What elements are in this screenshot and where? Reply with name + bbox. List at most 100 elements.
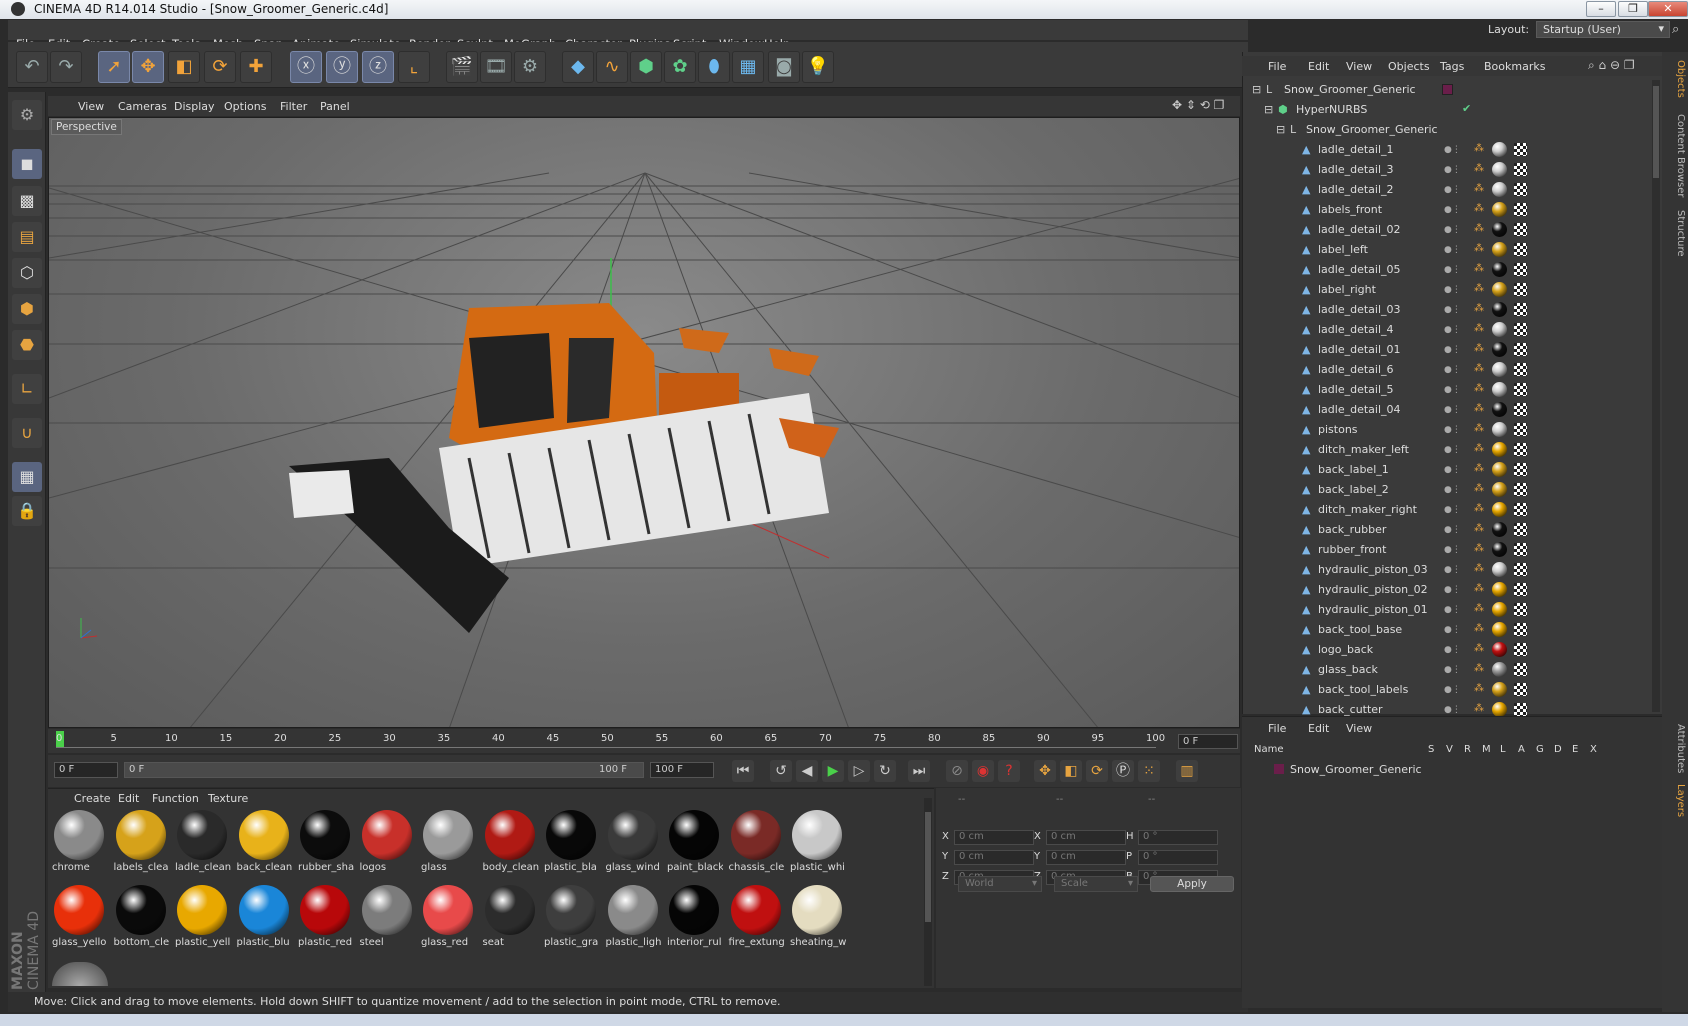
timeline-button[interactable]: ▥ bbox=[1176, 760, 1198, 782]
undo-button[interactable]: ↶ bbox=[16, 51, 48, 83]
visibility-toggle[interactable]: ●⋮ bbox=[1444, 165, 1461, 175]
layout-select[interactable]: Startup (User) ▾ bbox=[1536, 21, 1670, 38]
coord-field-y[interactable]: 0 cm bbox=[1046, 850, 1126, 865]
close-button[interactable]: ✕ bbox=[1648, 1, 1688, 17]
object-menu-file[interactable]: File bbox=[1268, 60, 1286, 73]
object-manager-nav-icons[interactable]: ⌕ ⌂ ⊖ ❐ bbox=[1588, 58, 1635, 73]
uvw-tag-icon[interactable] bbox=[1514, 603, 1527, 616]
phong-tag-icon[interactable]: ⁂ bbox=[1474, 463, 1484, 474]
material-tag-icon[interactable] bbox=[1492, 622, 1507, 637]
material-swatch[interactable]: rubber_sha bbox=[296, 806, 354, 878]
phong-tag-icon[interactable]: ⁂ bbox=[1474, 263, 1484, 274]
uvw-tag-icon[interactable] bbox=[1514, 303, 1527, 316]
render-view-button[interactable]: 🎬 bbox=[446, 51, 478, 83]
end-frame-field[interactable]: 100 F bbox=[650, 762, 714, 778]
material-swatch[interactable]: plastic_bla bbox=[542, 806, 600, 878]
layer-column-d[interactable]: D bbox=[1554, 744, 1562, 755]
layer-column-m[interactable]: M bbox=[1482, 744, 1491, 755]
viewport[interactable]: Perspective bbox=[48, 117, 1240, 728]
rotate-tool[interactable]: ⟳ bbox=[204, 51, 236, 83]
uvw-tag-icon[interactable] bbox=[1514, 283, 1527, 296]
material-tag-icon[interactable] bbox=[1492, 662, 1507, 677]
material-tag-icon[interactable] bbox=[1492, 342, 1507, 357]
minimize-button[interactable]: – bbox=[1586, 1, 1616, 17]
move-tool[interactable]: ✥ bbox=[132, 51, 164, 83]
visibility-toggle[interactable]: ●⋮ bbox=[1444, 525, 1461, 535]
floor-button[interactable]: ▦ bbox=[732, 51, 764, 83]
layer-row[interactable]: Snow_Groomer_Generic bbox=[1250, 760, 1655, 780]
object-row[interactable]: ▲ ladle_detail_01 ●⋮ ⁂ bbox=[1248, 340, 1653, 360]
object-row[interactable]: ▲ back_tool_base ●⋮ ⁂ bbox=[1248, 620, 1653, 640]
object-menu-objects[interactable]: Objects bbox=[1388, 60, 1430, 73]
workplane-button[interactable]: ▤ bbox=[12, 222, 42, 252]
material-tag-icon[interactable] bbox=[1492, 402, 1507, 417]
phong-tag-icon[interactable]: ⁂ bbox=[1474, 523, 1484, 534]
layer-column-x[interactable]: X bbox=[1590, 744, 1597, 755]
visibility-toggle[interactable]: ●⋮ bbox=[1444, 265, 1461, 275]
uvw-tag-icon[interactable] bbox=[1514, 563, 1527, 576]
material-tag-icon[interactable] bbox=[1492, 382, 1507, 397]
object-menu-bookmarks[interactable]: Bookmarks bbox=[1484, 60, 1545, 73]
object-row[interactable]: ▲ ladle_detail_5 ●⋮ ⁂ bbox=[1248, 380, 1653, 400]
play-button[interactable]: ▶ bbox=[822, 760, 844, 782]
material-tag-icon[interactable] bbox=[1492, 542, 1507, 557]
material-swatch[interactable]: paint_black bbox=[665, 806, 723, 878]
viewport-menu-display[interactable]: Display bbox=[174, 100, 215, 113]
visibility-toggle[interactable]: ●⋮ bbox=[1444, 405, 1461, 415]
material-swatch[interactable]: glass_red bbox=[419, 881, 477, 953]
redo-button[interactable]: ↷ bbox=[50, 51, 82, 83]
visibility-toggle[interactable]: ●⋮ bbox=[1444, 545, 1461, 555]
material-swatch[interactable]: plastic_ligh bbox=[604, 881, 662, 953]
material-swatch[interactable]: plastic_whi bbox=[788, 806, 846, 878]
object-row[interactable]: ▲ ditch_maker_left ●⋮ ⁂ bbox=[1248, 440, 1653, 460]
prev-key-button[interactable]: ↺ bbox=[770, 760, 792, 782]
key-scale-button[interactable]: ◧ bbox=[1060, 760, 1082, 782]
frame-range-slider[interactable]: 0 F 100 F bbox=[124, 762, 644, 778]
object-row[interactable]: ▲ ditch_maker_right ●⋮ ⁂ bbox=[1248, 500, 1653, 520]
uvw-tag-icon[interactable] bbox=[1514, 683, 1527, 696]
spline-button[interactable]: ∿ bbox=[596, 51, 628, 83]
y-axis-button[interactable]: ⓨ bbox=[326, 51, 358, 83]
side-tab-attributes[interactable]: Attributes bbox=[1664, 720, 1686, 777]
goto-start-button[interactable]: ⏮ bbox=[732, 760, 754, 782]
material-tag-icon[interactable] bbox=[1492, 482, 1507, 497]
material-scrollbar[interactable] bbox=[924, 798, 932, 986]
render-settings-button[interactable]: ⚙ bbox=[514, 51, 546, 83]
layer-column-v[interactable]: V bbox=[1446, 744, 1453, 755]
object-scrollbar[interactable] bbox=[1652, 80, 1660, 712]
render-picture-viewer-button[interactable]: 🎞 bbox=[480, 51, 512, 83]
prev-frame-button[interactable]: ◀ bbox=[796, 760, 818, 782]
material-tag-icon[interactable] bbox=[1492, 302, 1507, 317]
object-menu-edit[interactable]: Edit bbox=[1308, 60, 1329, 73]
viewport-menu-panel[interactable]: Panel bbox=[320, 100, 350, 113]
material-swatch[interactable]: back_clean bbox=[235, 806, 293, 878]
layer-column-s[interactable]: S bbox=[1428, 744, 1434, 755]
phong-tag-icon[interactable]: ⁂ bbox=[1474, 363, 1484, 374]
phong-tag-icon[interactable]: ⁂ bbox=[1474, 223, 1484, 234]
visibility-toggle[interactable]: ●⋮ bbox=[1444, 605, 1461, 615]
material-tag-icon[interactable] bbox=[1492, 462, 1507, 477]
autokey-button[interactable]: ◉ bbox=[972, 760, 994, 782]
uvw-tag-icon[interactable] bbox=[1514, 223, 1527, 236]
uvw-tag-icon[interactable] bbox=[1514, 443, 1527, 456]
array-button[interactable]: ✿ bbox=[664, 51, 696, 83]
layer-column-name[interactable]: Name bbox=[1254, 744, 1284, 755]
viewport-menu-cameras[interactable]: Cameras bbox=[118, 100, 167, 113]
material-swatch[interactable]: sheating_w bbox=[788, 881, 846, 953]
phong-tag-icon[interactable]: ⁂ bbox=[1474, 343, 1484, 354]
material-swatch[interactable]: seat bbox=[481, 881, 539, 953]
layer-column-l[interactable]: L bbox=[1500, 744, 1506, 755]
viewport-menu-options[interactable]: Options bbox=[224, 100, 266, 113]
coord-field-y[interactable]: 0 cm bbox=[954, 850, 1034, 865]
recent-tool[interactable]: ✚ bbox=[240, 51, 272, 83]
material-swatch[interactable]: ladle_clean bbox=[173, 806, 231, 878]
phong-tag-icon[interactable]: ⁂ bbox=[1474, 563, 1484, 574]
phong-tag-icon[interactable]: ⁂ bbox=[1474, 683, 1484, 694]
visibility-toggle[interactable]: ●⋮ bbox=[1444, 665, 1461, 675]
object-row[interactable]: ▲ back_label_2 ●⋮ ⁂ bbox=[1248, 480, 1653, 500]
edges-mode-button[interactable]: ⬢ bbox=[12, 294, 42, 324]
uvw-tag-icon[interactable] bbox=[1514, 663, 1527, 676]
phong-tag-icon[interactable]: ⁂ bbox=[1474, 183, 1484, 194]
material-tag-icon[interactable] bbox=[1492, 642, 1507, 657]
phong-tag-icon[interactable]: ⁂ bbox=[1474, 483, 1484, 494]
